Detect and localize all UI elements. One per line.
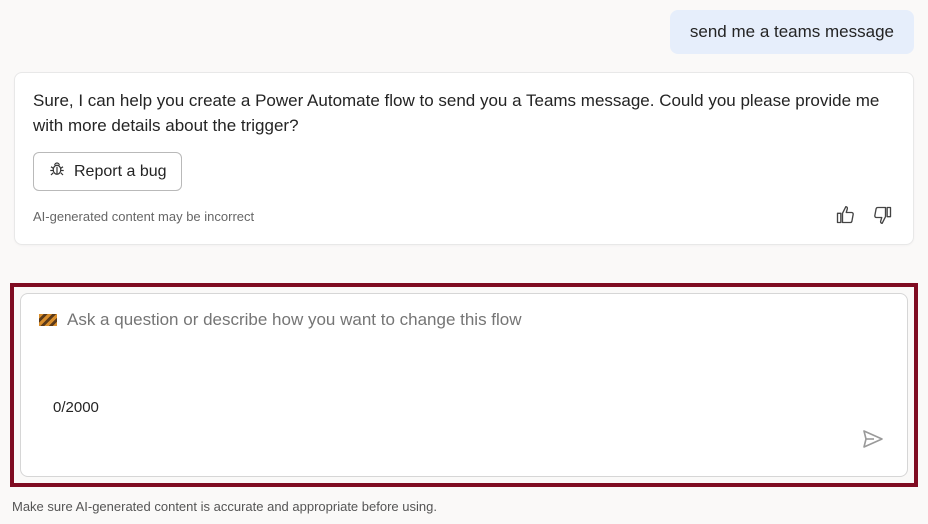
thumbs-down-button[interactable]	[871, 203, 895, 230]
feedback-buttons	[833, 203, 895, 230]
chat-area: send me a teams message Sure, I can help…	[0, 0, 928, 245]
prompt-input[interactable]	[67, 310, 889, 330]
assistant-message-text: Sure, I can help you create a Power Auto…	[33, 89, 895, 138]
input-section-highlighted: 0/2000	[10, 283, 918, 487]
character-count: 0/2000	[53, 399, 99, 416]
input-card[interactable]: 0/2000	[20, 293, 908, 477]
thumbs-up-button[interactable]	[833, 203, 857, 230]
input-top-row	[39, 310, 889, 330]
user-message-row: send me a teams message	[14, 10, 914, 54]
assistant-message-card: Sure, I can help you create a Power Auto…	[14, 72, 914, 245]
footer-disclaimer: Make sure AI-generated content is accura…	[12, 499, 437, 514]
send-button[interactable]	[857, 423, 889, 458]
assistant-card-footer: AI-generated content may be incorrect	[33, 203, 895, 230]
report-bug-button[interactable]: Report a bug	[33, 152, 182, 191]
user-message: send me a teams message	[670, 10, 914, 54]
ai-disclaimer: AI-generated content may be incorrect	[33, 209, 254, 224]
construction-stripe-icon	[39, 314, 57, 326]
report-bug-label: Report a bug	[74, 163, 167, 181]
bug-icon	[48, 160, 66, 183]
